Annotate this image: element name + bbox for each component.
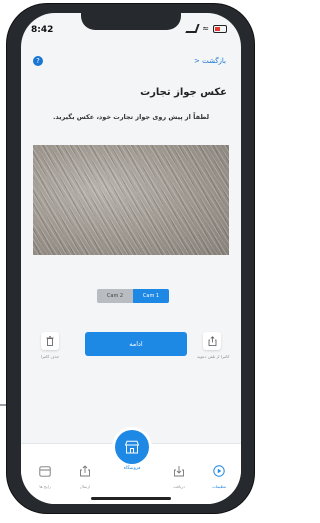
- delete-camera-button[interactable]: حذف کامرا: [35, 332, 65, 359]
- tab-common-label: رایج ها: [39, 484, 51, 489]
- tab-receive[interactable]: دریافت: [165, 462, 193, 489]
- battery-icon: [213, 24, 227, 33]
- status-icons: ≈: [185, 24, 227, 33]
- wifi-icon: ≈: [202, 24, 209, 33]
- cam-1-option[interactable]: Cam 1: [133, 289, 169, 303]
- page-title: عکس جواز تجارت: [140, 87, 227, 98]
- phone-notch: [81, 13, 181, 30]
- upload-from-phone-label: کامرا از تلفن دعوید: [197, 354, 230, 359]
- tab-settings-label: تنظیمات: [211, 484, 227, 489]
- signal-icon: [185, 24, 200, 33]
- bottom-tab-bar: رایج ها ارسال فروشگاه دریافت تنظیمات: [21, 430, 241, 504]
- inbox-icon: [39, 466, 51, 477]
- instruction-text: لطفاً از پیش روی جواز تجارت خود، عکس بگی…: [52, 113, 210, 121]
- camera-toggle[interactable]: Cam 2 Cam 1: [97, 289, 169, 303]
- back-button[interactable]: بازگشت <: [194, 57, 226, 65]
- home-indicator: [91, 497, 171, 500]
- tab-send-label: ارسال: [79, 484, 91, 489]
- upload-from-phone-button[interactable]: کامرا از تلفن دعوید: [197, 332, 230, 359]
- trash-icon: [46, 336, 54, 346]
- status-time: 8:42: [31, 25, 54, 35]
- tab-common[interactable]: رایج ها: [31, 462, 59, 489]
- help-icon[interactable]: ?: [33, 56, 43, 66]
- shop-tab-label: فروشگاه: [123, 466, 141, 471]
- share-icon: [208, 336, 216, 346]
- tab-send[interactable]: ارسال: [71, 462, 99, 489]
- tab-settings[interactable]: تنظیمات: [205, 462, 233, 489]
- shop-tab-button[interactable]: [115, 430, 149, 464]
- cam-2-option[interactable]: Cam 2: [97, 289, 133, 303]
- continue-button[interactable]: ادامه: [85, 332, 187, 356]
- action-row: حذف کامرا ادامه کامرا از تلفن دعوید: [21, 332, 241, 372]
- play-circle-icon: [213, 465, 225, 477]
- tab-receive-label: دریافت: [173, 484, 185, 489]
- upload-icon: [80, 465, 90, 477]
- download-icon: [174, 466, 184, 477]
- app-screen: 8:42 ≈ ? بازگشت < عکس جواز تجارت لطفاً ا…: [21, 13, 241, 504]
- delete-camera-label: حذف کامرا: [40, 354, 60, 359]
- store-icon: [124, 440, 140, 454]
- camera-preview: [33, 145, 229, 255]
